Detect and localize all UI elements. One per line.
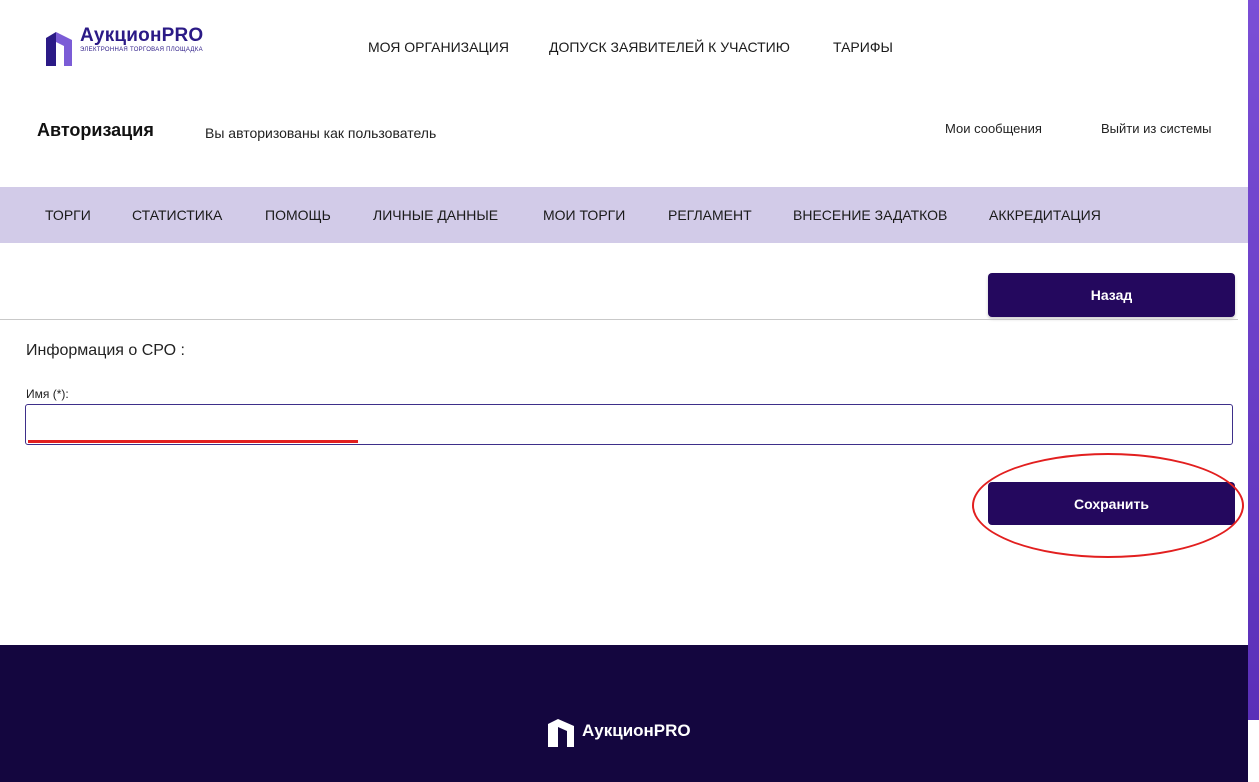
my-messages-link[interactable]: Мои сообщения (945, 121, 1042, 136)
back-button[interactable]: Назад (988, 273, 1235, 317)
menu-item-help[interactable]: ПОМОЩЬ (265, 207, 331, 223)
top-navigation: АукционPRO ЭЛЕКТРОННАЯ ТОРГОВАЯ ПЛОЩАДКА… (0, 0, 1248, 95)
menu-item-statistics[interactable]: СТАТИСТИКА (132, 207, 222, 223)
nav-link-applicant-admission[interactable]: ДОПУСК ЗАЯВИТЕЛЕЙ К УЧАСТИЮ (549, 39, 790, 55)
logo-building-icon (46, 32, 72, 66)
save-button[interactable]: Сохранить (988, 482, 1235, 525)
menu-item-accreditation[interactable]: АККРЕДИТАЦИЯ (989, 207, 1101, 223)
divider (0, 319, 1238, 320)
logo-subtitle: ЭЛЕКТРОННАЯ ТОРГОВАЯ ПЛОЩАДКА (80, 47, 203, 53)
nav-link-tariffs[interactable]: ТАРИФЫ (833, 39, 893, 55)
menu-item-regulations[interactable]: РЕГЛАМЕНТ (668, 207, 752, 223)
logo-title: АукционPRO (80, 25, 204, 46)
menu-item-my-auctions[interactable]: МОИ ТОРГИ (543, 207, 625, 223)
auth-title: Авторизация (37, 120, 154, 140)
menu-item-deposits[interactable]: ВНЕСЕНИЕ ЗАДАТКОВ (793, 207, 947, 223)
nav-link-my-organization[interactable]: МОЯ ОРГАНИЗАЦИЯ (368, 39, 509, 55)
footer: АукционPRO (0, 645, 1248, 782)
logout-link[interactable]: Выйти из системы (1101, 121, 1212, 136)
page-scrollbar[interactable] (1248, 0, 1259, 720)
auth-bar: Авторизация Вы авторизованы как пользова… (0, 95, 1248, 185)
footer-logo[interactable]: АукционPRO (548, 715, 691, 747)
main-menu: ТОРГИ СТАТИСТИКА ПОМОЩЬ ЛИЧНЫЕ ДАННЫЕ МО… (0, 187, 1248, 243)
auth-status-text: Вы авторизованы как пользователь (205, 125, 437, 141)
name-input[interactable] (25, 404, 1233, 445)
sro-info-title: Информация о СРО : (26, 342, 185, 359)
footer-brand-name: АукционPRO (582, 721, 691, 740)
menu-item-auctions[interactable]: ТОРГИ (45, 207, 91, 223)
menu-item-personal-data[interactable]: ЛИЧНЫЕ ДАННЫЕ (373, 207, 498, 223)
name-field-label: Имя (*): (26, 387, 69, 401)
site-logo[interactable]: АукционPRO ЭЛЕКТРОННАЯ ТОРГОВАЯ ПЛОЩАДКА (46, 26, 203, 66)
annotation-underline (28, 440, 358, 443)
footer-building-icon (548, 719, 574, 747)
